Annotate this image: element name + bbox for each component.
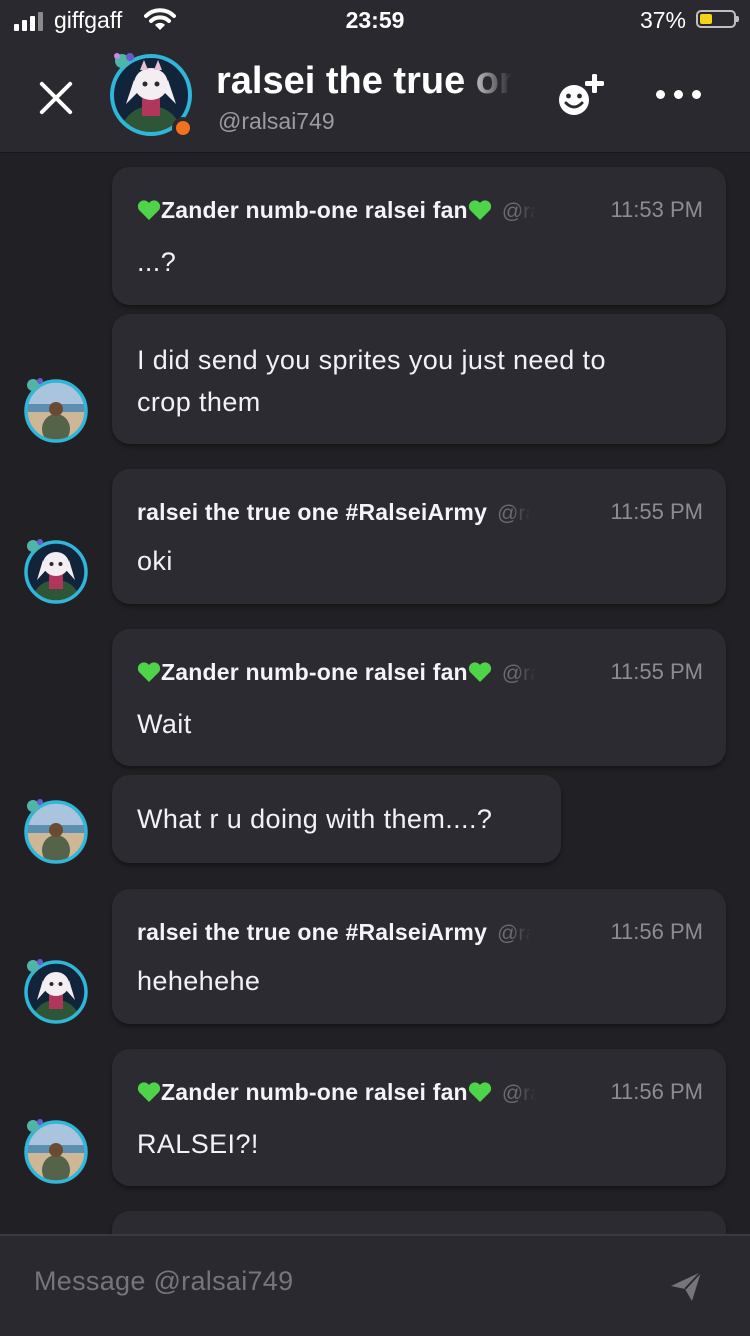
message-handle: @ralsai749 <box>501 200 536 223</box>
message-input[interactable]: Message @ralsai749 <box>34 1266 293 1297</box>
green-heart-icon <box>468 662 491 682</box>
message-text-line: crop them <box>137 387 261 417</box>
chat-header: ralsei the true one #RalseiArmy @ralsai7… <box>0 40 750 153</box>
message-handle: @ralsai749 <box>501 1082 536 1105</box>
message-bubble[interactable] <box>112 1211 726 1234</box>
message-author[interactable]: Zander numb-one ralsei fan <box>161 197 468 223</box>
message-text: What r u doing with them....? <box>137 804 493 834</box>
message-handle: @ralsai749 <box>497 502 531 525</box>
user-avatar-zander[interactable] <box>22 377 90 445</box>
message-time: 11:56 PM <box>610 1079 703 1104</box>
message-author[interactable]: Zander numb-one ralsei fan <box>161 659 468 685</box>
message-bubble[interactable]: ralsei the true one #RalseiArmy @ralsai74… <box>112 889 726 1024</box>
user-avatar-ralsei[interactable] <box>22 538 90 606</box>
green-heart-icon <box>137 1082 161 1102</box>
message-bubble[interactable]: Zander numb-one ralsei fan @ralsai749 11:… <box>112 1049 726 1186</box>
user-avatar-zander[interactable] <box>22 1118 90 1186</box>
message-time: 11:53 PM <box>610 197 703 222</box>
more-button[interactable] <box>656 90 701 99</box>
battery-icon <box>696 10 739 28</box>
chat-handle: @ralsai749 <box>218 108 335 134</box>
message-text: oki <box>137 546 173 576</box>
message-time: 11:55 PM <box>610 499 703 524</box>
user-avatar-zander[interactable] <box>22 798 90 866</box>
message-text: hehehehe <box>137 966 261 996</box>
add-friend-icon[interactable] <box>554 70 610 126</box>
green-heart-icon <box>468 200 491 220</box>
close-button[interactable] <box>36 78 76 118</box>
message-time: 11:55 PM <box>610 659 703 684</box>
clock: 23:59 <box>345 7 405 33</box>
message-bubble[interactable]: What r u doing with them....? <box>112 775 561 863</box>
green-heart-icon <box>468 1082 491 1102</box>
user-avatar-ralsei[interactable] <box>22 958 90 1026</box>
chat-title: ralsei the true one #RalseiArmy <box>216 60 512 102</box>
message-bubble[interactable]: Zander numb-one ralsei fan @ralsai749 11:… <box>112 629 726 766</box>
message-handle: @ralsai749 <box>497 922 531 945</box>
presence-dot <box>172 117 194 139</box>
message-text-line: I did send you sprites you just need to <box>137 345 606 375</box>
green-heart-icon <box>137 662 161 682</box>
message-author[interactable]: ralsei the true one #RalseiArmy <box>137 919 487 945</box>
message-author[interactable]: ralsei the true one #RalseiArmy <box>137 499 487 525</box>
message-bubble[interactable]: ralsei the true one #RalseiArmy @ralsai74… <box>112 469 726 604</box>
message-author[interactable]: Zander numb-one ralsei fan <box>161 1079 468 1105</box>
message-bubble[interactable]: I did send you sprites you just need to … <box>112 314 726 444</box>
battery-percent: 37% <box>639 7 686 33</box>
message-time: 11:56 PM <box>610 919 703 944</box>
message-handle: @ralsai749 <box>501 662 536 685</box>
message-text: Wait <box>137 709 192 739</box>
message-list[interactable]: Zander numb-one ralsei fan @ralsai749 11:… <box>0 153 750 1234</box>
send-icon[interactable] <box>668 1268 704 1304</box>
message-text: ...? <box>137 247 177 277</box>
green-heart-icon <box>137 200 161 220</box>
status-bar: giffgaff 23:59 37% <box>0 0 750 40</box>
message-bubble[interactable]: Zander numb-one ralsei fan @ralsai749 11:… <box>112 167 726 305</box>
message-composer: Message @ralsai749 <box>0 1234 750 1336</box>
message-text: RALSEI?! <box>137 1129 259 1159</box>
